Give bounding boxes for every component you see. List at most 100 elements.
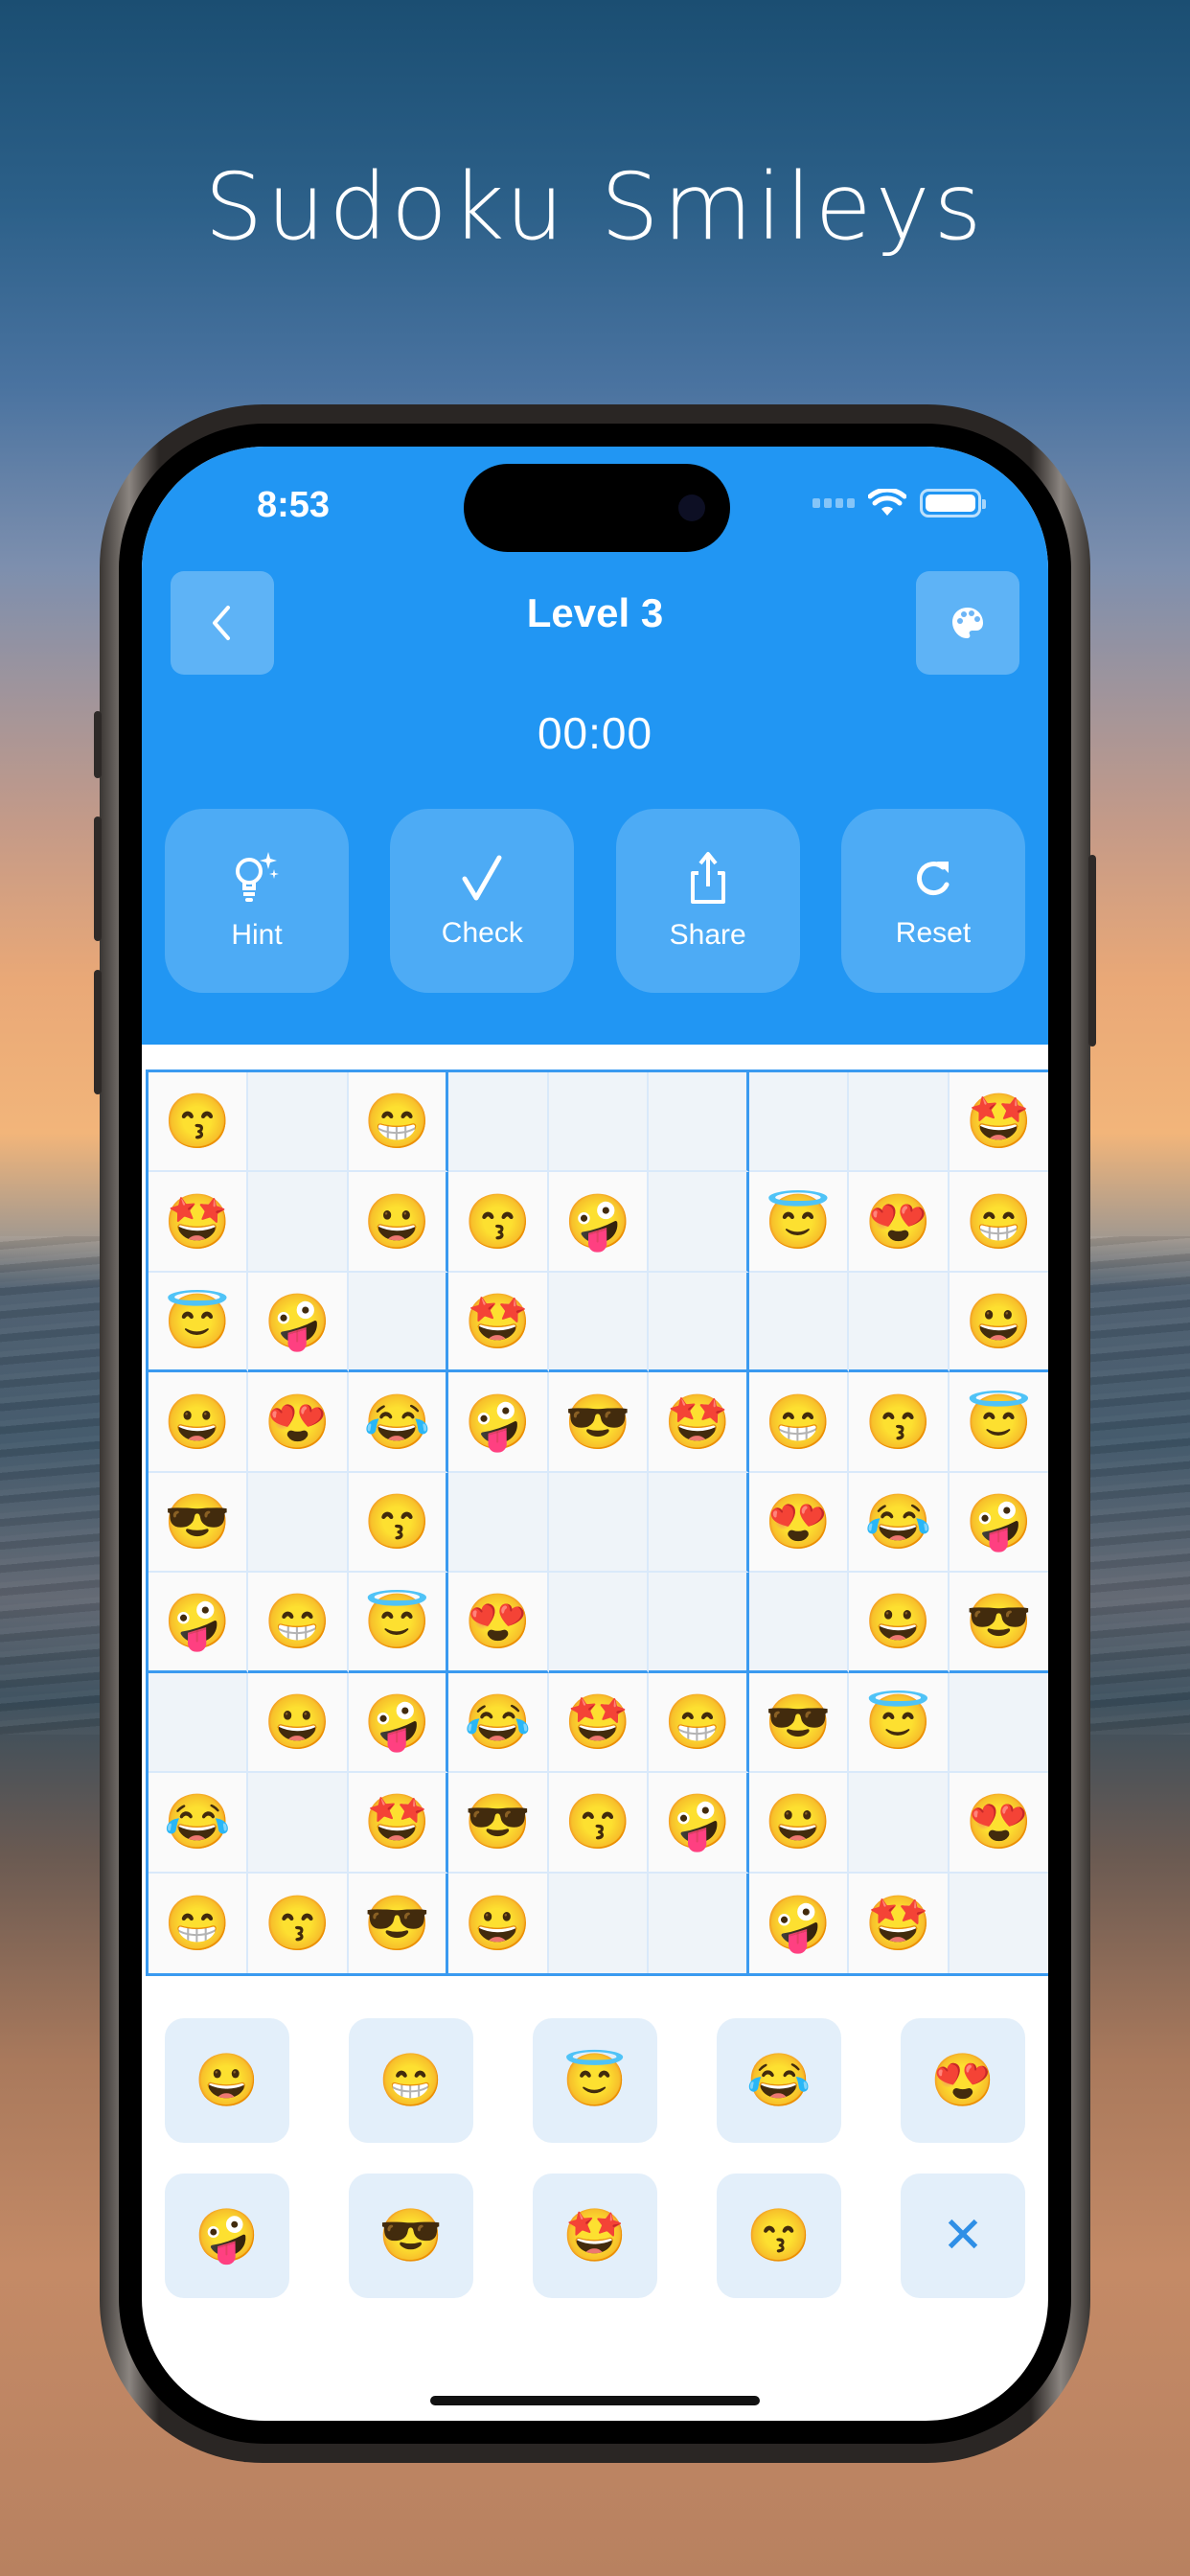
board-cell-filled[interactable]: 😙 [248, 1873, 349, 1973]
board-cell-empty[interactable] [849, 1272, 950, 1373]
board-cell-empty[interactable] [548, 1472, 650, 1574]
board-cell-filled[interactable]: 😁 [149, 1873, 249, 1973]
board-cell-empty[interactable] [448, 1072, 549, 1173]
board-cell-empty[interactable] [448, 1472, 549, 1574]
board-cell-filled[interactable]: 🤩 [949, 1072, 1048, 1173]
reset-button[interactable]: Reset [840, 809, 1025, 993]
board-cell-empty[interactable] [649, 1573, 749, 1673]
board-cell-filled[interactable]: 🤪 [348, 1672, 449, 1774]
board-cell-filled[interactable]: 😙 [348, 1472, 449, 1574]
board-cell-empty[interactable] [649, 1072, 749, 1173]
board-cell-filled[interactable]: 😍 [849, 1172, 950, 1273]
board-cell-filled[interactable]: 😍 [748, 1472, 850, 1574]
board-cell-filled[interactable]: 😙 [448, 1172, 549, 1273]
emoji-key-zany[interactable]: 🤪 [165, 2174, 289, 2298]
board-cell-filled[interactable]: 😀 [248, 1672, 349, 1774]
board-cell-empty[interactable] [849, 1773, 950, 1874]
board-cell-filled[interactable]: 🤪 [748, 1873, 850, 1973]
emoji-key-star-struck[interactable]: 🤩 [533, 2174, 657, 2298]
board-cell-empty[interactable] [649, 1272, 749, 1373]
emoji-key-grinning[interactable]: 😀 [165, 2018, 289, 2143]
board-cell-filled[interactable]: 😁 [348, 1072, 449, 1173]
board-cell-empty[interactable] [348, 1272, 449, 1373]
board-cell-filled[interactable]: 🤩 [649, 1372, 749, 1473]
board-cell-filled[interactable]: 🤩 [849, 1873, 950, 1973]
board-cell-filled[interactable]: 😍 [248, 1372, 349, 1473]
clear-key-button[interactable]: ✕ [901, 2174, 1025, 2298]
check-button[interactable]: Check [390, 809, 575, 993]
board-cell-filled[interactable]: 🤩 [348, 1773, 449, 1874]
emoji-key-halo[interactable]: 😇 [533, 2018, 657, 2143]
board-cell-filled[interactable]: 😎 [348, 1873, 449, 1973]
board-cell-filled[interactable]: 😙 [149, 1072, 249, 1173]
board-cell-empty[interactable] [649, 1172, 749, 1273]
emoji-key-kissing[interactable]: 😙 [717, 2174, 841, 2298]
board-cell-empty[interactable] [748, 1072, 850, 1173]
board-cell-filled[interactable]: 😀 [949, 1272, 1048, 1373]
board-cell-empty[interactable] [248, 1773, 349, 1874]
board-cell-filled[interactable]: 😁 [649, 1672, 749, 1774]
board-cell-empty[interactable] [649, 1472, 749, 1574]
board-cell-empty[interactable] [248, 1172, 349, 1273]
board-cell-filled[interactable]: 😎 [149, 1472, 249, 1574]
board-cell-empty[interactable] [548, 1873, 650, 1973]
board-cell-filled[interactable]: 🤪 [448, 1372, 549, 1473]
board-cell-filled[interactable]: 🤪 [149, 1573, 249, 1673]
board-cell-empty[interactable] [849, 1072, 950, 1173]
board-cell-filled[interactable]: 😇 [149, 1272, 249, 1373]
status-time: 8:53 [257, 485, 331, 525]
board-cell-filled[interactable]: 🤩 [448, 1272, 549, 1373]
board-cell-filled[interactable]: 😀 [348, 1172, 449, 1273]
board-cell-empty[interactable] [548, 1573, 650, 1673]
emoji-key-heart-eyes[interactable]: 😍 [901, 2018, 1025, 2143]
board-cell-filled[interactable]: 😎 [748, 1672, 850, 1774]
board-cell-filled[interactable]: 🤩 [548, 1672, 650, 1774]
board-cell-empty[interactable] [949, 1672, 1048, 1774]
board-cell-empty[interactable] [248, 1472, 349, 1574]
board-cell-empty[interactable] [748, 1573, 850, 1673]
level-title: Level 3 [526, 590, 664, 635]
board-cell-filled[interactable]: 🤪 [949, 1472, 1048, 1574]
emoji-key-tears-of-joy[interactable]: 😂 [717, 2018, 841, 2143]
board-cell-filled[interactable]: 🤪 [649, 1773, 749, 1874]
board-cell-filled[interactable]: 😙 [548, 1773, 650, 1874]
board-cell-filled[interactable]: 🤪 [548, 1172, 650, 1273]
board-cell-filled[interactable]: 🤩 [149, 1172, 249, 1273]
theme-button[interactable] [916, 571, 1019, 675]
board-cell-empty[interactable] [949, 1873, 1048, 1973]
board-cell-filled[interactable]: 😂 [348, 1372, 449, 1473]
board-cell-empty[interactable] [548, 1072, 650, 1173]
emoji-key-sunglasses[interactable]: 😎 [349, 2174, 473, 2298]
board-cell-filled[interactable]: 😎 [548, 1372, 650, 1473]
board-cell-filled[interactable]: 😇 [949, 1372, 1048, 1473]
board-cell-filled[interactable]: 🤪 [248, 1272, 349, 1373]
board-cell-filled[interactable]: 😍 [949, 1773, 1048, 1874]
board-cell-filled[interactable]: 😍 [448, 1573, 549, 1673]
board-cell-empty[interactable] [248, 1072, 349, 1173]
board-cell-filled[interactable]: 😎 [949, 1573, 1048, 1673]
board-cell-filled[interactable]: 😇 [849, 1672, 950, 1774]
board-cell-filled[interactable]: 😀 [448, 1873, 549, 1973]
hint-button[interactable]: Hint [165, 809, 349, 993]
board-cell-filled[interactable]: 😀 [149, 1372, 249, 1473]
board-cell-filled[interactable]: 😇 [748, 1172, 850, 1273]
board-cell-filled[interactable]: 😎 [448, 1773, 549, 1874]
board-cell-filled[interactable]: 😁 [248, 1573, 349, 1673]
board-cell-filled[interactable]: 😂 [448, 1672, 549, 1774]
board-cell-empty[interactable] [548, 1272, 650, 1373]
board-cell-empty[interactable] [649, 1873, 749, 1973]
board-cell-filled[interactable]: 😁 [748, 1372, 850, 1473]
board-cell-filled[interactable]: 😇 [348, 1573, 449, 1673]
board-cell-filled[interactable]: 😀 [849, 1573, 950, 1673]
board-cell-filled[interactable]: 😂 [149, 1773, 249, 1874]
share-button[interactable]: Share [615, 809, 800, 993]
board-cell-filled[interactable]: 😀 [748, 1773, 850, 1874]
board-cell-empty[interactable] [748, 1272, 850, 1373]
phone-volume-down [94, 970, 102, 1094]
board-cell-filled[interactable]: 😁 [949, 1172, 1048, 1273]
board-cell-filled[interactable]: 😙 [849, 1372, 950, 1473]
home-indicator[interactable] [430, 2396, 760, 2405]
board-cell-empty[interactable] [149, 1672, 249, 1774]
board-cell-filled[interactable]: 😂 [849, 1472, 950, 1574]
emoji-key-beaming[interactable]: 😁 [349, 2018, 473, 2143]
